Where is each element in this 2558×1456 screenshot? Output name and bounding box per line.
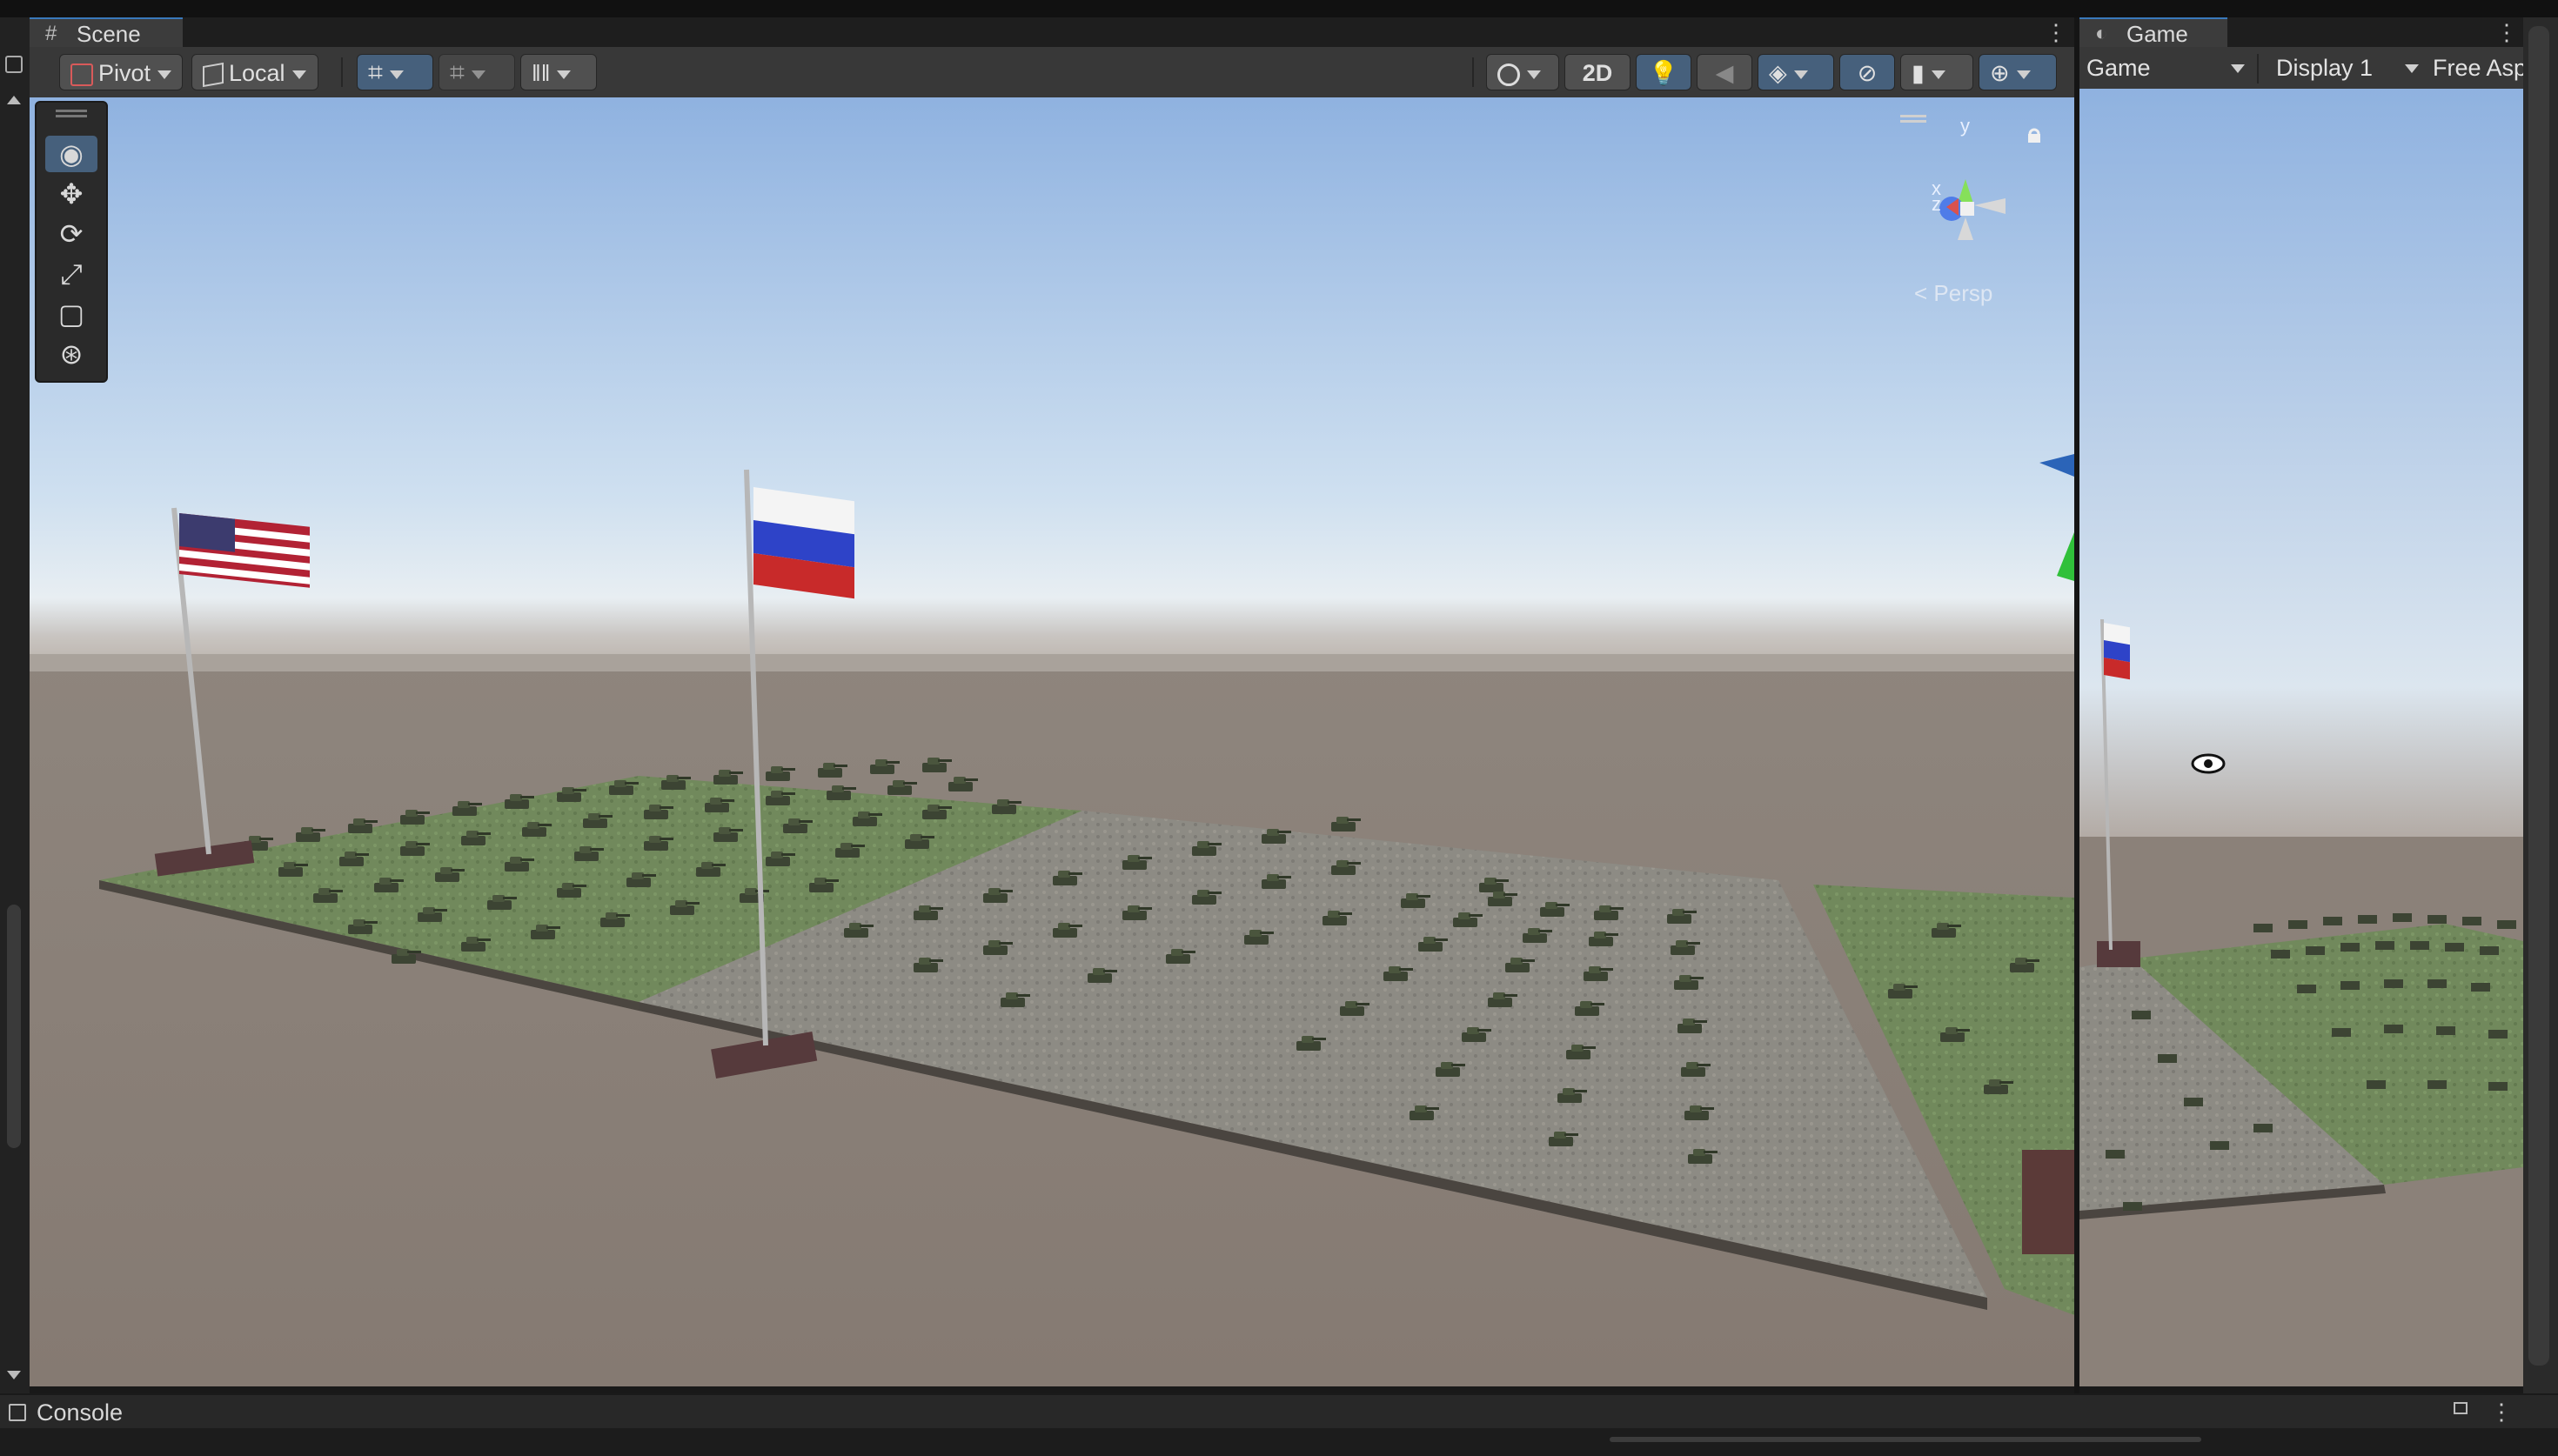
grid-icon: # (45, 22, 57, 45)
ruler-icon: ‖‖ (532, 60, 551, 86)
hidden-objects-toggle[interactable]: ⊘ (1839, 54, 1895, 90)
display-dropdown[interactable]: Display 1 (2276, 47, 2424, 89)
scale-icon: ⤢ (60, 258, 83, 290)
aspect-label: Free Asp (2433, 55, 2523, 81)
local-dropdown[interactable]: Local (191, 54, 318, 90)
left-gutter (0, 17, 30, 1393)
aspect-dropdown[interactable]: Free Asp (2433, 47, 2523, 89)
scene-viewport[interactable]: y x z (30, 97, 2074, 1386)
toolbar-separator (1472, 57, 1474, 87)
kebab-menu-icon[interactable]: ⋮ (2045, 21, 2067, 43)
title-strip (0, 0, 2558, 17)
view-cursor (2191, 753, 2226, 774)
lock-icon[interactable] (2454, 1402, 2468, 1414)
layers-icon: ◈ (1769, 60, 1787, 86)
vertex-snap-toggle[interactable]: ‖‖ (520, 54, 597, 90)
gizmo-z-label: z (1932, 193, 1941, 215)
status-strip (0, 1428, 2558, 1456)
chevron-down-icon (2405, 64, 2419, 73)
game-view-label: Game (2086, 55, 2151, 81)
game-render (2079, 89, 2523, 1386)
lighting-toggle[interactable]: 💡 (1636, 54, 1691, 90)
palette-grip[interactable] (56, 110, 87, 112)
pivot-label: Pivot (98, 60, 151, 86)
speaker-icon: ◀ (1715, 60, 1734, 86)
scene-toolbar: Pivot Local ⌗ ⌗ ‖‖ 2D 💡 ◀ ◈ ⊘ ▮ ⊕ (30, 47, 2074, 99)
right-scrollbar[interactable] (2528, 26, 2549, 1366)
vertical-scrollbar[interactable] (7, 905, 21, 1148)
gizmos-dropdown[interactable]: ⊕ (1979, 54, 2057, 90)
toggle-2d-button[interactable]: 2D (1564, 54, 1631, 90)
toolbar-separator (2257, 54, 2259, 83)
increment-snap-toggle[interactable]: ⌗ (439, 54, 515, 90)
projection-label[interactable]: < Persp (1914, 280, 1992, 307)
scene-tab-bar: # Scene ⋮ (30, 17, 2074, 47)
move-arrows-icon: ✥ (59, 178, 84, 210)
console-tab[interactable]: Console (37, 1395, 123, 1430)
gizmo-y-label: y (1960, 115, 1970, 137)
grid-snap-icon: ⌗ (368, 58, 383, 87)
toggle-2d-label: 2D (1582, 60, 1613, 86)
pivot-dropdown[interactable]: Pivot (59, 54, 183, 90)
transform-icon: ⊛ (59, 338, 84, 370)
shading-icon (1497, 63, 1520, 86)
globe-icon: ⊕ (1990, 60, 2010, 86)
increment-snap-icon: ⌗ (450, 58, 465, 87)
tab-game-label: Game (2126, 21, 2188, 47)
view-tool-button[interactable]: ◉ (45, 136, 97, 172)
draw-mode-dropdown[interactable] (1486, 54, 1559, 90)
lightbulb-icon: 💡 (1649, 60, 1678, 86)
rotate-icon: ⟳ (59, 218, 84, 250)
camera-icon: ▮ (1912, 60, 1925, 86)
tab-scene[interactable]: # Scene (30, 17, 183, 47)
eye-slash-icon: ⊘ (1857, 60, 1878, 86)
rotate-tool-button[interactable]: ⟳ (45, 216, 97, 252)
kebab-menu-icon[interactable]: ⋮ (2490, 1397, 2513, 1426)
kebab-menu-icon[interactable]: ⋮ (2495, 21, 2518, 43)
audio-toggle[interactable]: ◀ (1697, 54, 1752, 90)
display-label: Display 1 (2276, 55, 2374, 81)
game-tab-bar: ◐ Game ⋮ (2079, 17, 2523, 47)
tab-game[interactable]: ◐ Game (2079, 17, 2227, 47)
list-icon (9, 1404, 26, 1421)
scale-tool-button[interactable]: ⤢ (45, 256, 97, 292)
tab-scene-label: Scene (77, 21, 141, 47)
toolbar-separator (341, 57, 343, 87)
console-bar: Console ⋮ (0, 1393, 2558, 1430)
camera-dropdown[interactable]: ▮ (1900, 54, 1973, 90)
game-viewport[interactable] (2079, 89, 2523, 1386)
rect-tool-button[interactable]: ▢ (45, 296, 97, 332)
pivot-icon (70, 63, 93, 86)
move-tool-button[interactable]: ✥ (45, 176, 97, 212)
scroll-down-icon[interactable] (7, 1371, 21, 1379)
palette-grip-line (56, 115, 87, 117)
local-label: Local (229, 60, 285, 86)
right-edge (2523, 17, 2558, 1393)
tools-palette: ◉ ✥ ⟳ ⤢ ▢ ⊛ (35, 101, 108, 383)
rect-icon: ▢ (57, 298, 85, 330)
effects-dropdown[interactable]: ◈ (1758, 54, 1834, 90)
transform-tool-button[interactable]: ⊛ (45, 336, 97, 372)
game-view-dropdown[interactable]: Game (2086, 47, 2252, 89)
link-icon[interactable] (5, 56, 23, 73)
grid-snap-toggle[interactable]: ⌗ (357, 54, 433, 90)
chevron-down-icon (2231, 64, 2245, 73)
scroll-up-icon[interactable] (7, 96, 21, 104)
cube-icon (203, 62, 224, 87)
progress-track (1610, 1437, 2201, 1442)
game-toolbar: Game Display 1 Free Asp (2079, 47, 2523, 90)
scene-render: y x z (30, 97, 2074, 1386)
eye-icon: ◉ (59, 138, 84, 170)
gamepad-icon: ◐ (2095, 22, 2108, 45)
